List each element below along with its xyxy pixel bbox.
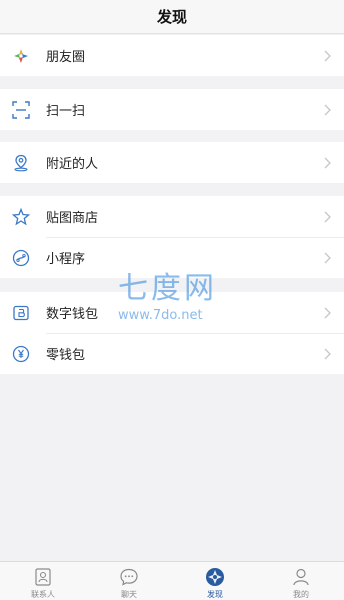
tab-profile[interactable]: 我的	[258, 562, 344, 600]
top-bar: 发现	[0, 0, 344, 34]
bottom-tab-bar: 联系人 聊天 发现 我的	[0, 561, 344, 600]
menu-item-sticker-store[interactable]: 贴图商店	[0, 196, 344, 237]
tab-label: 我的	[293, 590, 309, 599]
sticker-star-icon	[12, 207, 30, 226]
digital-wallet-icon	[12, 304, 30, 322]
chevron-right-icon	[324, 307, 334, 319]
menu-item-label: 附近的人	[46, 157, 99, 172]
menu-item-label: 零钱包	[46, 348, 86, 363]
contacts-icon	[32, 566, 54, 588]
tab-label: 聊天	[121, 590, 137, 599]
tab-chat[interactable]: 聊天	[86, 562, 172, 600]
tab-discover[interactable]: 发现	[172, 562, 258, 600]
chevron-right-icon	[324, 50, 334, 62]
menu-item-label: 扫一扫	[46, 104, 86, 119]
menu-item-label: 小程序	[46, 252, 86, 267]
profile-icon	[290, 566, 312, 588]
group-scan: 扫一扫	[0, 89, 344, 130]
menu-item-moments[interactable]: 朋友圈	[0, 35, 344, 76]
tab-contacts[interactable]: 联系人	[0, 562, 86, 600]
group-wallet: 数字钱包 零钱包	[0, 292, 344, 374]
menu-item-mini-programs[interactable]: 小程序	[0, 237, 344, 278]
chevron-right-icon	[324, 157, 334, 169]
menu-item-scan[interactable]: 扫一扫	[0, 89, 344, 130]
menu-item-nearby[interactable]: 附近的人	[0, 142, 344, 183]
menu-item-label: 朋友圈	[46, 50, 86, 65]
page-title: 发现	[156, 8, 187, 26]
menu-item-label: 贴图商店	[46, 211, 99, 226]
tab-label: 联系人	[31, 590, 55, 599]
mini-program-icon	[12, 249, 30, 267]
group-stickers-miniprograms: 贴图商店 小程序	[0, 196, 344, 278]
yuan-coin-icon	[12, 345, 30, 363]
chat-icon	[118, 566, 140, 588]
discover-icon	[204, 566, 226, 588]
menu-item-digital-wallet[interactable]: 数字钱包	[0, 292, 344, 333]
tab-label: 发现	[207, 590, 223, 599]
group-moments: 朋友圈	[0, 35, 344, 76]
location-pin-icon	[12, 154, 30, 172]
menu-item-label: 数字钱包	[46, 307, 99, 322]
chevron-right-icon	[324, 252, 334, 264]
group-nearby: 附近的人	[0, 142, 344, 183]
menu-item-change-wallet[interactable]: 零钱包	[0, 333, 344, 374]
moments-icon	[12, 47, 30, 65]
chevron-right-icon	[324, 104, 334, 116]
chevron-right-icon	[324, 211, 334, 223]
chevron-right-icon	[324, 348, 334, 360]
scan-icon	[12, 100, 30, 119]
